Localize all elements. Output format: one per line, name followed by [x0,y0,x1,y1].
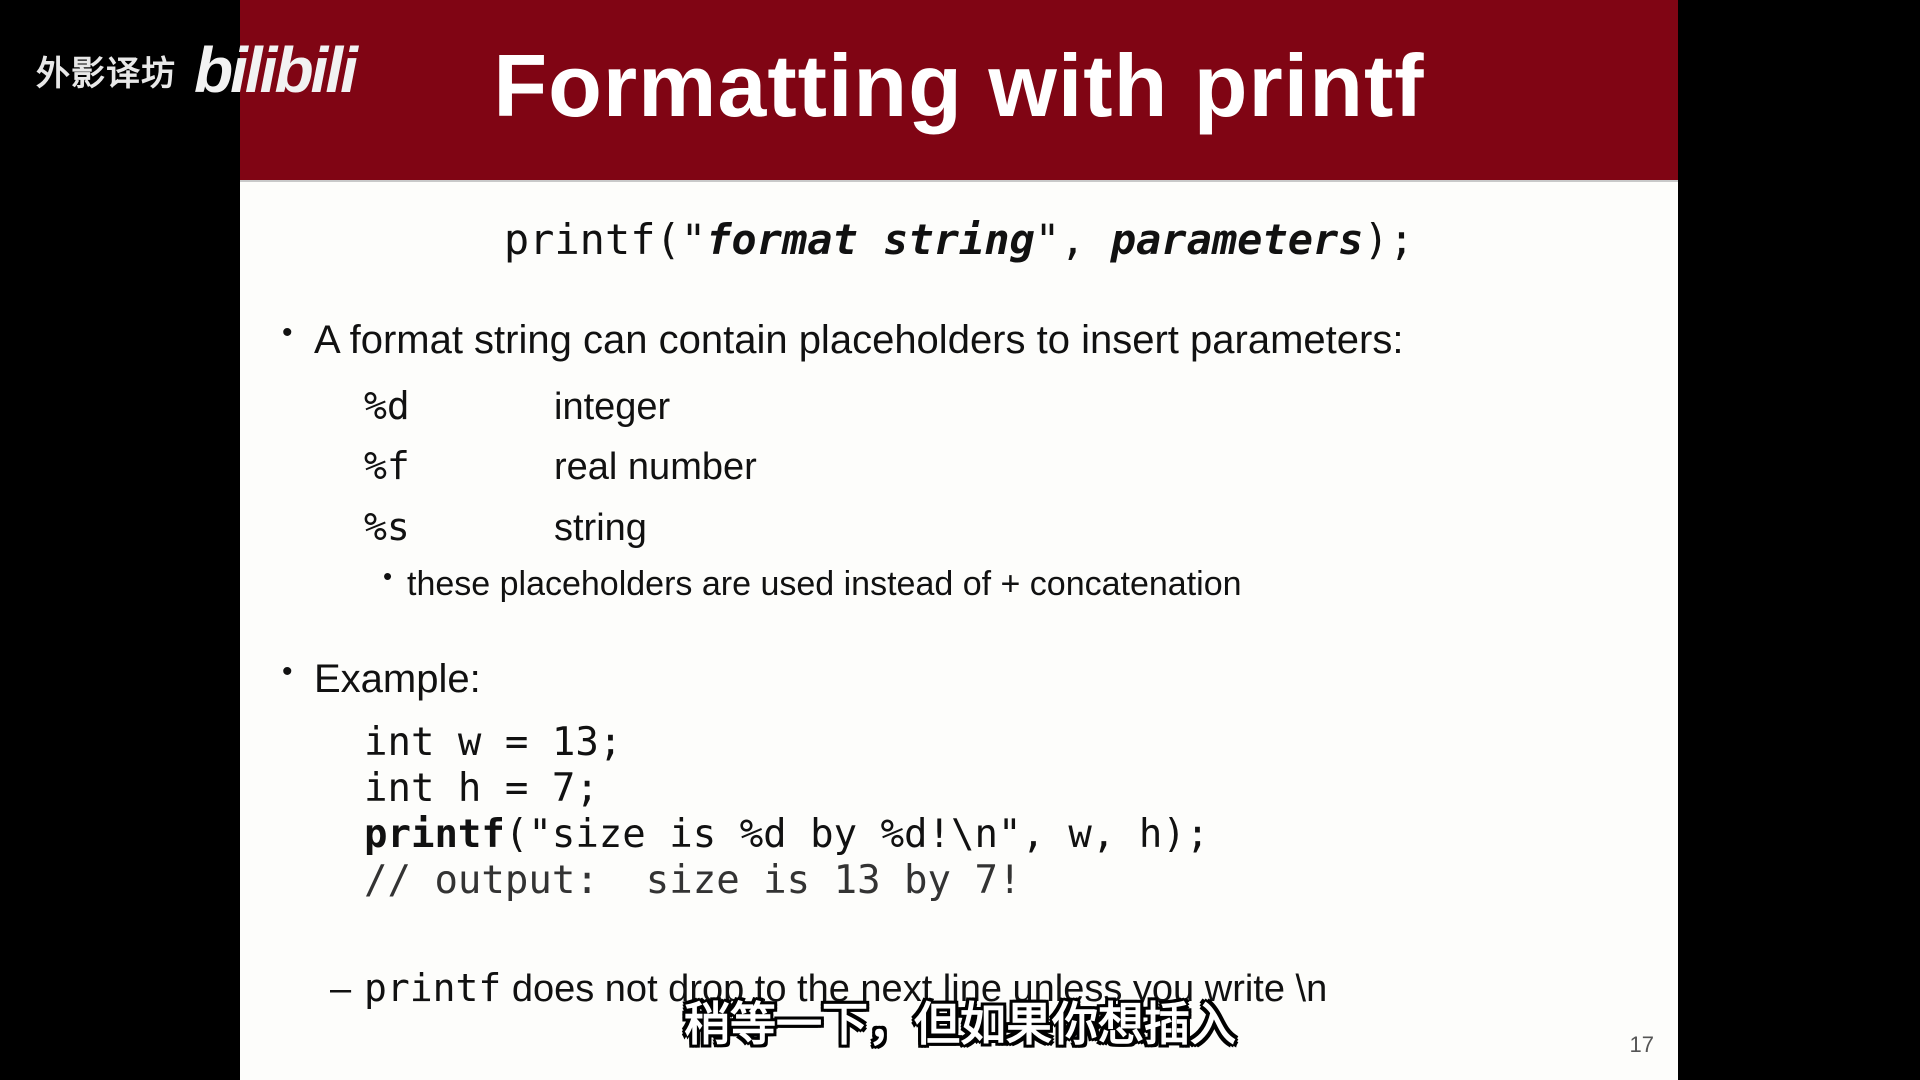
syntax-prefix: printf(" [503,215,707,264]
placeholder-desc: string [554,507,647,549]
slide-title: Formatting with printf [493,36,1425,135]
code-keyword-printf: printf [364,812,505,857]
sub-bullet-concatenation: • these placeholders are used instead of… [383,561,1242,604]
placeholder-desc: integer [554,386,671,428]
code-line-2: int h = 7; [364,766,599,811]
bullet-example-text: Example: [314,657,481,701]
presentation-slide: Formatting with printf printf("format st… [240,0,1678,1080]
placeholder-row-string: %s string [364,505,647,550]
printf-syntax: printf("format string", parameters); [240,215,1678,264]
placeholder-code: %s [364,505,410,549]
bullet-dot-icon: • [282,655,293,688]
slide-title-bar: Formatting with printf [240,0,1678,182]
placeholder-row-real: %f real number [364,444,757,489]
placeholder-row-integer: %d integer [364,384,670,429]
bullet-placeholders-text: A format string can contain placeholders… [314,318,1404,362]
placeholder-code: %d [364,384,410,428]
code-line-3: printf("size is %d by %d!\n", w, h); [364,812,1209,858]
bullet-placeholders: • A format string can contain placeholde… [282,316,1404,363]
channel-watermark: 外影译坊 bilibili [36,34,358,106]
bilibili-logo: bilibili [194,34,358,106]
placeholder-code: %f [364,444,410,488]
code-line-3-args: ("size is %d by %d!\n", w, h); [504,812,1210,857]
bullet-example: • Example: [282,655,481,702]
sub-bullet-text: these placeholders are used instead of +… [407,565,1242,603]
sub-bullet-dot-icon: • [383,561,393,591]
video-subtitle: 稍等一下，但如果你想插入 [684,997,1236,1051]
bullet-dot-icon: • [282,316,293,349]
watermark-channel-name: 外影译坊 [36,53,176,94]
syntax-middle: ", [1034,215,1111,264]
syntax-suffix: ); [1363,215,1415,264]
example-code-block: int w = 13; int h = 7; printf("size is %d … [364,720,1209,904]
placeholder-desc: real number [554,446,757,488]
syntax-parameters: parameters [1110,215,1364,264]
syntax-format-string: format string [706,215,1035,264]
code-line-1: int w = 13; [364,720,623,765]
code-line-4-comment: // output: size is 13 by 7! [364,858,1022,903]
